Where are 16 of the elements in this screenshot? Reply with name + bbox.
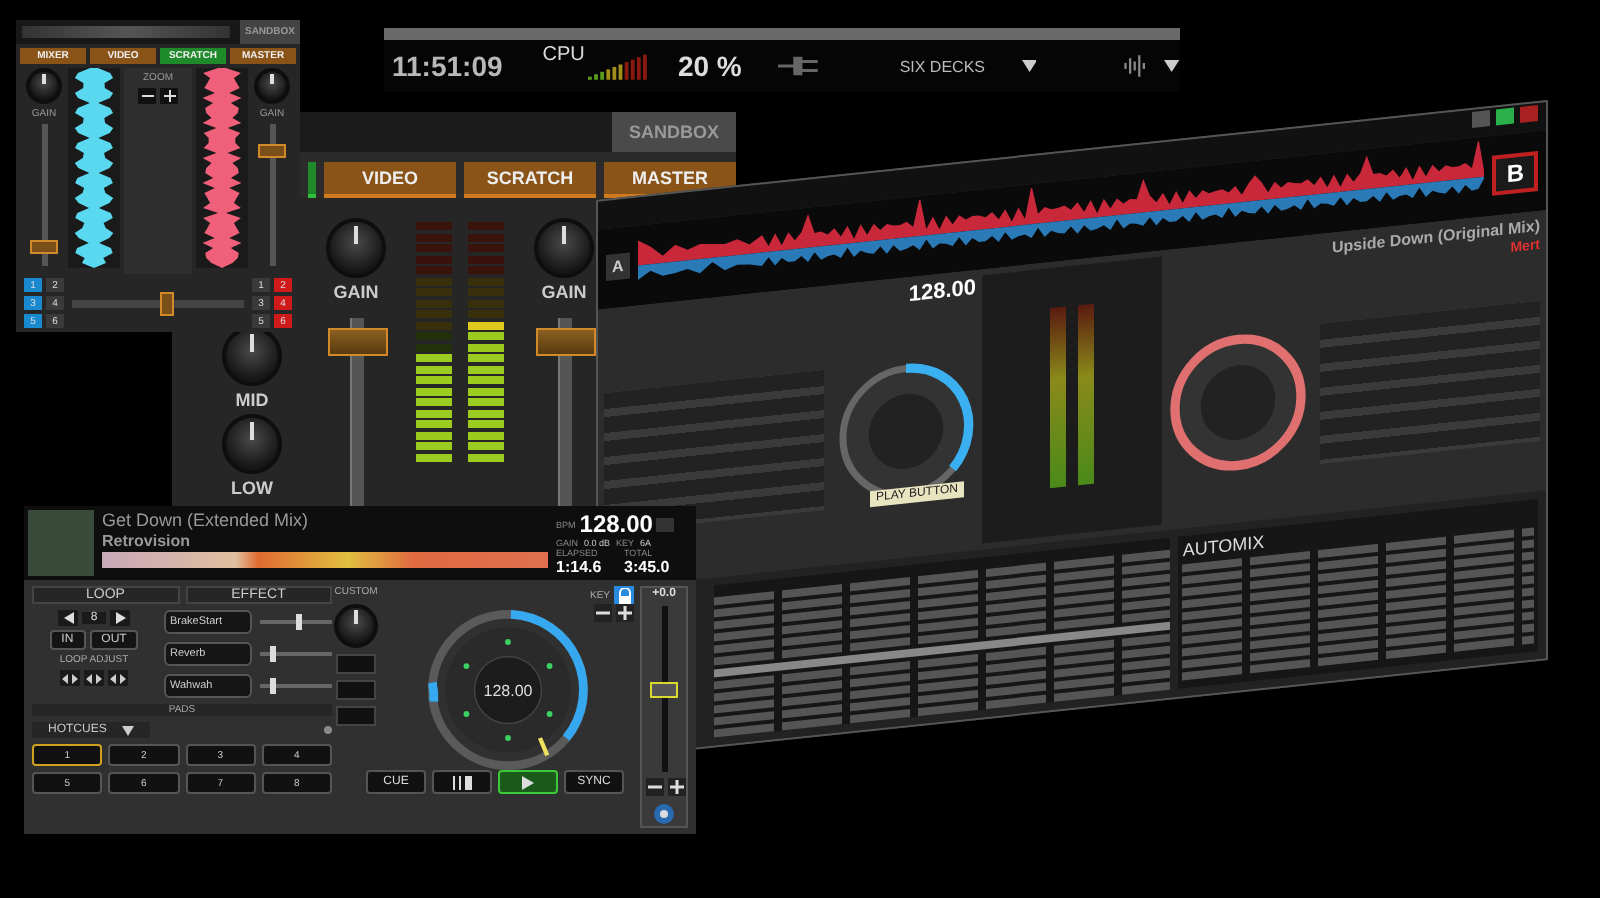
knob-label: MID: [235, 390, 269, 410]
track-title: Get Down (Extended Mix): [102, 510, 311, 530]
cpu-percent: 20 %: [677, 50, 742, 82]
cpu-label: CPU: [542, 44, 585, 66]
bpm-readout: 128.00: [579, 510, 653, 538]
automix-title: AUTOMIX: [1182, 531, 1265, 561]
clock: 11:51:09: [392, 50, 503, 82]
track-artist: Retrovision: [102, 532, 193, 550]
total-time: 3:45.0: [624, 558, 672, 576]
knob-label: LOW: [231, 478, 273, 498]
knob-label: GAIN: [541, 282, 587, 302]
deck-letter: A: [606, 252, 630, 282]
jog-bpm: 128.00: [482, 681, 532, 700]
bpm-readout: 128.00: [908, 275, 976, 307]
elapsed-time: 1:14.6: [556, 558, 604, 576]
knob-label: GAIN: [333, 282, 379, 302]
